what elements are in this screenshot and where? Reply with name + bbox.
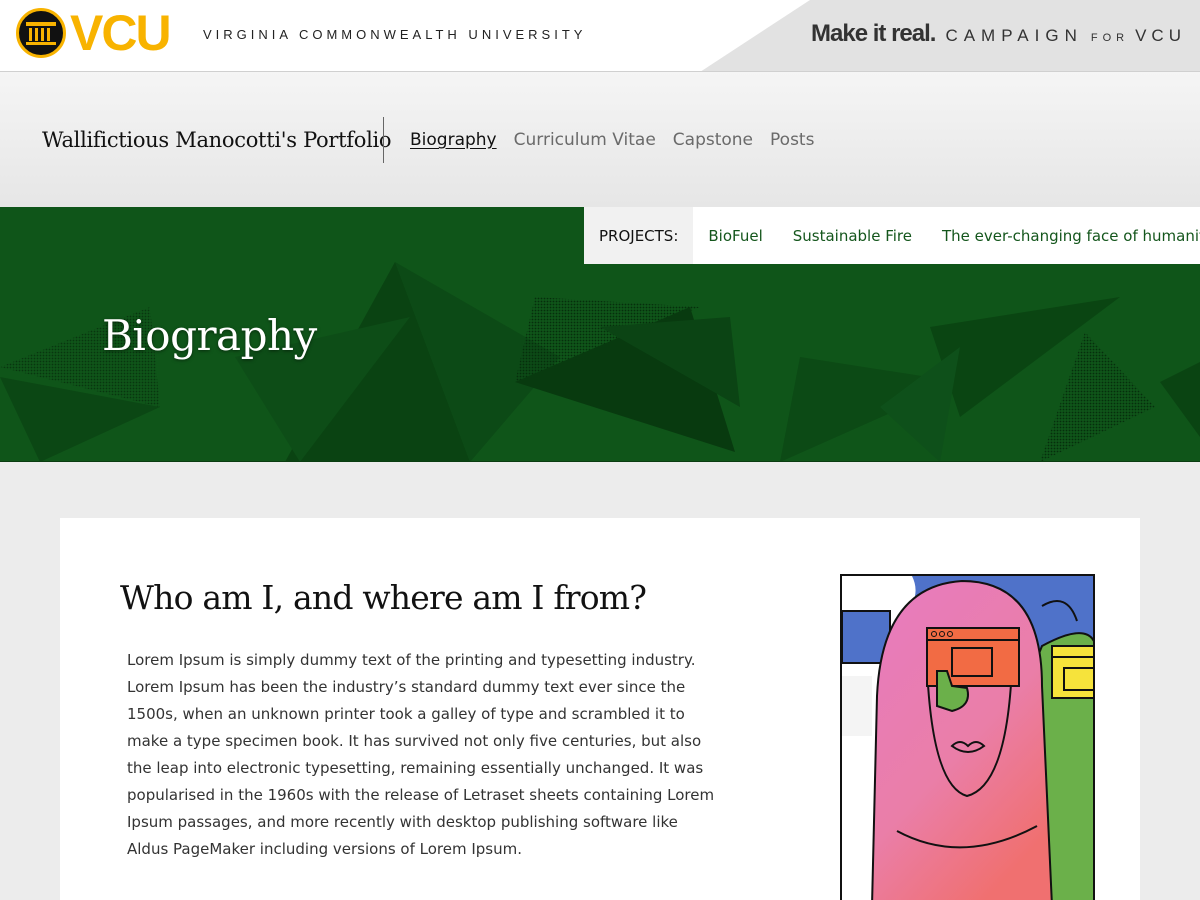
campaign-word: CAMPAIGN — [945, 26, 1083, 45]
hero-banner: Biography PROJECTS: BioFuel Sustainable … — [0, 207, 1200, 462]
nav-item-biography[interactable]: Biography — [410, 130, 497, 150]
illustration-image — [840, 574, 1095, 900]
site-title[interactable]: Wallifictious Manocotti's Portfolio — [42, 128, 392, 152]
section-heading: Who am I, and where am I from? — [120, 578, 647, 617]
vcu-brand-bar: VCU VIRGINIA COMMONWEALTH UNIVERSITY Mak… — [0, 0, 1200, 72]
nav-item-capstone[interactable]: Capstone — [673, 130, 753, 150]
campaign-banner[interactable]: Make it real. CAMPAIGN FOR VCU — [811, 20, 1186, 48]
project-link-biofuel[interactable]: BioFuel — [708, 227, 762, 245]
projects-links: BioFuel Sustainable Fire The ever-changi… — [708, 227, 1200, 245]
campaign-vcu: VCU — [1135, 26, 1186, 45]
university-name: VIRGINIA COMMONWEALTH UNIVERSITY — [203, 27, 587, 42]
project-link-face-of-humanity[interactable]: The ever-changing face of humanity — [942, 227, 1200, 245]
page-title: Biography — [102, 311, 317, 360]
nav-item-curriculum-vitae[interactable]: Curriculum Vitae — [514, 130, 656, 150]
vcu-wordmark: VCU — [70, 5, 172, 61]
content-card: Who am I, and where am I from? Lorem Ips… — [60, 518, 1140, 900]
projects-label: PROJECTS: — [584, 207, 694, 264]
campaign-for: FOR — [1090, 32, 1130, 44]
biography-text: Lorem Ipsum is simply dummy text of the … — [127, 651, 715, 858]
site-header: Wallifictious Manocotti's Portfolio Biog… — [0, 72, 1200, 207]
campaign-tagline: Make it real. — [811, 20, 936, 47]
nav-item-posts[interactable]: Posts — [770, 130, 814, 150]
project-link-sustainable-fire[interactable]: Sustainable Fire — [793, 227, 912, 245]
main-nav: Biography Curriculum Vitae Capstone Post… — [410, 130, 814, 150]
header-divider — [383, 117, 384, 163]
vcu-logo[interactable]: VCU — [16, 5, 172, 61]
vcu-seal-icon — [16, 8, 66, 58]
projects-bar: PROJECTS: BioFuel Sustainable Fire The e… — [584, 207, 1200, 264]
